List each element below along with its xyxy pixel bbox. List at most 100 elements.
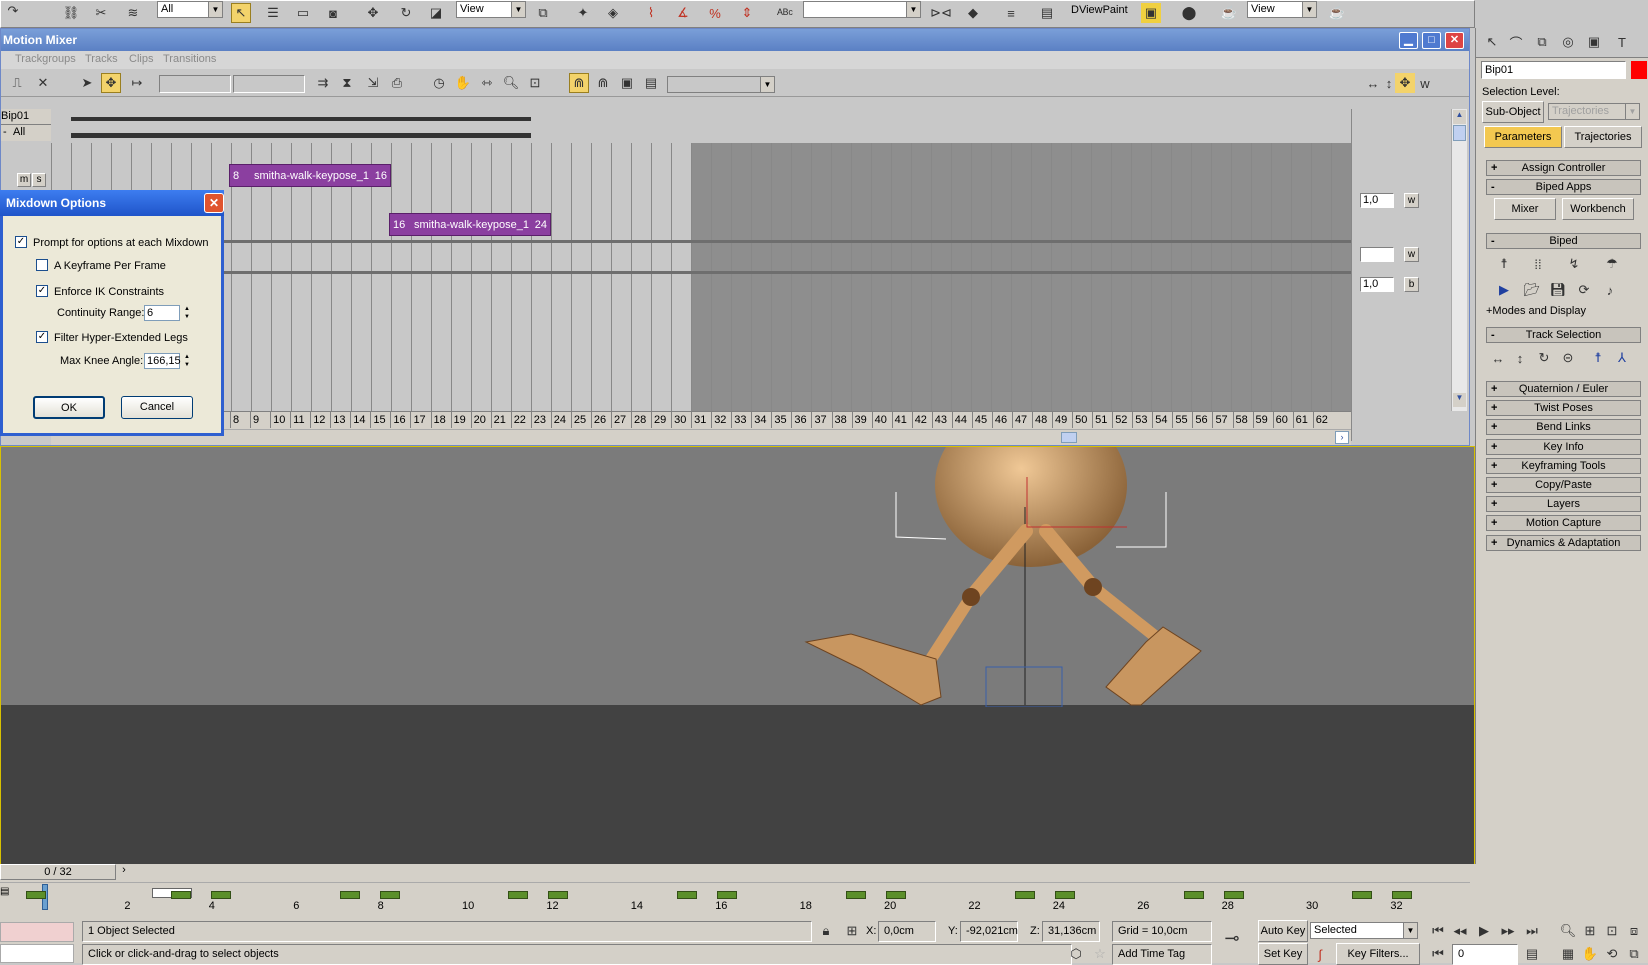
perspective-viewport[interactable] (0, 446, 1475, 865)
go-to-start-icon[interactable]: ⏮ (1428, 921, 1448, 941)
keyframe-marker[interactable] (508, 891, 529, 899)
unlink-icon[interactable]: ✂ (91, 3, 111, 23)
ok-button[interactable]: OK (33, 396, 105, 419)
workbench-button[interactable]: Workbench (1562, 198, 1634, 220)
object-color-swatch[interactable] (1631, 61, 1647, 79)
keyframe-marker[interactable] (548, 891, 569, 899)
clip-1[interactable]: 8 smitha-walk-keypose_1 16 (229, 164, 391, 187)
save-file-icon[interactable]: 💾︎ (1548, 280, 1568, 300)
zoom-extents-icon[interactable]: ⇿ (477, 73, 497, 93)
rollout-biped-apps[interactable]: - Biped Apps (1486, 179, 1641, 195)
pelvis-sphere[interactable] (935, 447, 1127, 567)
default-tangent-icon[interactable]: ∫ (1310, 944, 1330, 964)
rollout-assign-controller[interactable]: + Assign Controller (1486, 160, 1641, 176)
select-manipulate-icon[interactable]: ✦ (573, 3, 593, 23)
previous-frame-icon[interactable]: ◂◂ (1450, 921, 1470, 941)
display-tab-icon[interactable]: ▣ (1584, 32, 1604, 52)
absolute-mode-icon[interactable]: ⊞ (842, 921, 862, 941)
snap-icon[interactable]: ⌇ (641, 3, 661, 23)
curve-editor-icon[interactable]: ▤ (1037, 3, 1057, 23)
rectangular-selection-icon[interactable]: ▭ (293, 3, 313, 23)
keyframe-marker[interactable] (846, 891, 866, 899)
mute-button[interactable]: m (17, 173, 31, 187)
set-key-icon[interactable]: ⊸ (1222, 928, 1242, 948)
all-track-header[interactable]: - All (1, 125, 51, 141)
select-link-icon[interactable]: ⛓ (61, 3, 81, 23)
left-foot[interactable] (804, 633, 942, 706)
body-horizontal-icon[interactable]: ↔ (1488, 348, 1508, 368)
sub-object-button[interactable]: Sub-Object (1482, 101, 1544, 123)
selection-filter-dropdown[interactable]: All ▼ (157, 1, 223, 18)
edit-named-selection-icon[interactable]: ᴬᴮᶜ (775, 3, 795, 23)
track-bar-toggle-icon[interactable]: ▤ (0, 886, 10, 900)
dialog-title-bar[interactable]: Mixdown Options ✕ (0, 190, 224, 216)
zoom-extents-all-icon[interactable]: ⧈ (1624, 921, 1644, 941)
continuity-input[interactable]: 6 (144, 305, 180, 321)
keyframe-marker[interactable] (339, 891, 360, 899)
move-crosshair-icon[interactable]: ✥ (1395, 73, 1415, 93)
menu-clips[interactable]: Clips (129, 53, 153, 65)
keyframe-marker[interactable] (1183, 891, 1204, 899)
maximize-viewport-icon[interactable]: ⧉ (1624, 944, 1644, 964)
figure-mode-icon[interactable]: ☨ (1494, 254, 1514, 274)
rollout-motion-capture[interactable]: + Motion Capture (1486, 515, 1641, 532)
zoom-icon[interactable]: 🔍︎ (501, 73, 521, 93)
scroll-down-icon[interactable]: ▼ (1453, 393, 1466, 407)
key-filters-button[interactable]: Key Filters... (1336, 943, 1420, 965)
opposite-icon[interactable]: ⅄ (1612, 348, 1632, 368)
collapse-toggle[interactable]: - (3, 126, 7, 138)
rollout-quaternion-euler[interactable]: + Quaternion / Euler (1486, 381, 1641, 397)
keyframe-marker[interactable] (210, 891, 231, 899)
time-config-icon[interactable]: ▤ (1522, 944, 1542, 964)
region-zoom-icon[interactable]: ▦ (1558, 944, 1578, 964)
max-script-listener[interactable] (0, 922, 74, 942)
add-time-tag[interactable]: Add Time Tag (1112, 944, 1212, 965)
right-foot[interactable] (1105, 626, 1202, 706)
load-file-icon[interactable]: 📂︎ (1522, 280, 1542, 300)
max-script-listener-2[interactable] (0, 944, 74, 963)
mixer-horizontal-scrollbar[interactable]: › (51, 429, 1351, 445)
keyframe-marker[interactable] (379, 891, 400, 899)
bip-track-header[interactable]: Bip01 (1, 109, 51, 125)
tab-trajectories[interactable]: Trajectories (1564, 126, 1642, 148)
create-tab-icon[interactable]: ↖ (1482, 32, 1502, 52)
mixer-field-1[interactable] (159, 75, 231, 93)
left-shin[interactable] (925, 591, 977, 665)
arc-rotate-icon[interactable]: ⟲ (1602, 944, 1622, 964)
cancel-button[interactable]: Cancel (121, 396, 193, 419)
right-shin[interactable] (1087, 581, 1162, 643)
knee-angle-spinner[interactable]: ▲ ▼ (182, 353, 192, 369)
render-type-dropdown[interactable]: View ▼ (1247, 1, 1317, 18)
rollout-twist-poses[interactable]: + Twist Poses (1486, 400, 1641, 417)
close-button[interactable]: ✕ (1445, 32, 1464, 49)
knee-angle-input[interactable]: 166,15 (144, 353, 181, 369)
play-icon[interactable]: ▶ (1474, 921, 1494, 941)
trajectories-dropdown[interactable]: Trajectories ▼ (1548, 103, 1640, 120)
rollout-bend-links[interactable]: + Bend Links (1486, 419, 1641, 436)
select-by-name-icon[interactable]: ☰ (263, 3, 283, 23)
solo-button[interactable]: s (32, 173, 46, 187)
tracks-area[interactable] (51, 109, 1351, 441)
move-clips-icon[interactable]: ✥ (101, 73, 121, 93)
pan-view-icon[interactable]: ✋ (1580, 944, 1600, 964)
zoom-region-icon[interactable]: ⊡ (525, 73, 545, 93)
footstep-mode-icon[interactable]: ⁞⁞ (1528, 254, 1548, 274)
weight-button-1[interactable]: w (1404, 193, 1419, 208)
enforce-ik-checkbox[interactable]: ✓ (36, 285, 48, 297)
current-frame-field[interactable]: 0 (1452, 944, 1518, 965)
tab-parameters[interactable]: Parameters (1484, 126, 1562, 148)
align-icon[interactable]: ◆ (963, 3, 983, 23)
print-icon[interactable]: ⎙ (387, 73, 407, 93)
time-slider-next[interactable]: › (116, 864, 132, 880)
clip-2[interactable]: 16 smitha-walk-keypose_1 24 (389, 213, 551, 236)
select-object-icon[interactable]: ↖ (231, 3, 251, 23)
toggle-balance-icon[interactable]: ▣ (617, 73, 637, 93)
motion-tab-icon[interactable]: ◎ (1558, 32, 1578, 52)
mixer-view-dropdown[interactable]: ▼ (667, 76, 775, 93)
minimize-button[interactable]: ▁ (1399, 32, 1418, 49)
auto-key-button[interactable]: Auto Key (1258, 920, 1308, 942)
keyframe-marker[interactable] (1014, 891, 1035, 899)
prompt-checkbox[interactable]: ✓ (15, 236, 27, 248)
weight-button-2[interactable]: w (1404, 247, 1419, 262)
left-knee[interactable] (962, 588, 980, 606)
